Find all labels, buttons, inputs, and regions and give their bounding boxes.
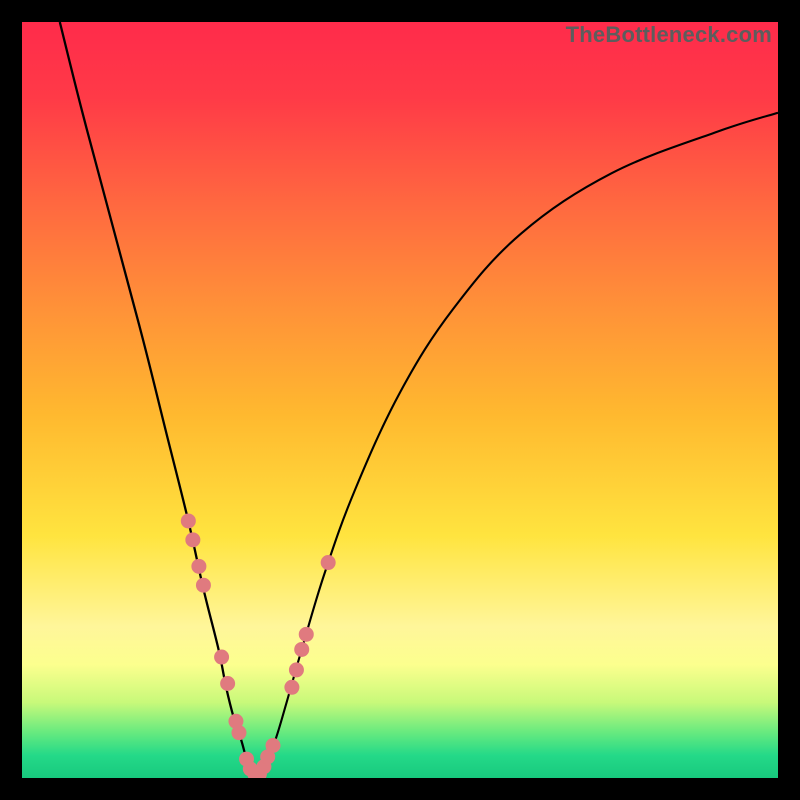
gradient-background xyxy=(22,22,778,778)
chart-frame: TheBottleneck.com xyxy=(0,0,800,800)
watermark: TheBottleneck.com xyxy=(566,22,772,48)
